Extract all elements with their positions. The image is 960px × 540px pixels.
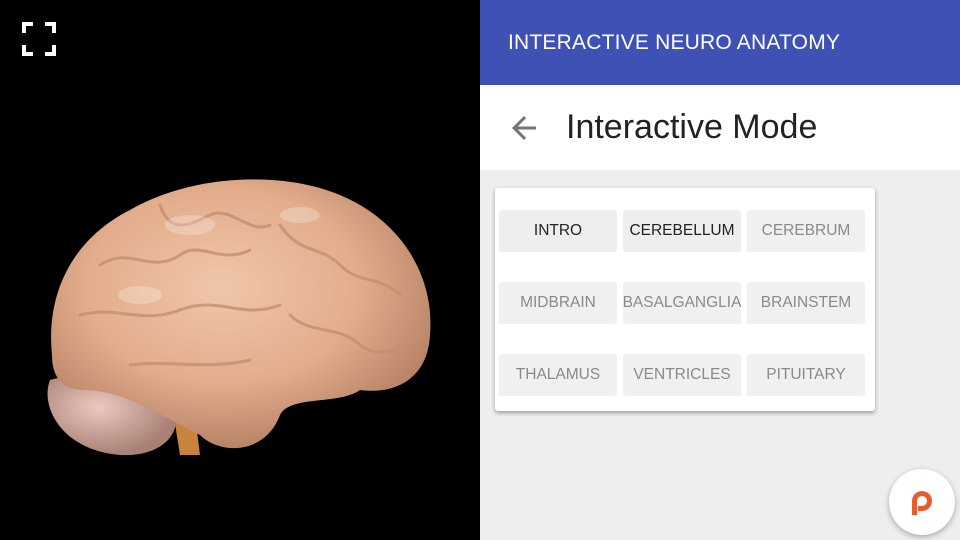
arrow-back-icon bbox=[512, 115, 536, 140]
section-button-intro[interactable]: INTRO bbox=[499, 210, 617, 252]
section-button-cerebellum[interactable]: CEREBELLUM bbox=[623, 210, 741, 252]
section-button-pituitary[interactable]: PITUITARY bbox=[747, 354, 865, 396]
section-button-midbrain[interactable]: MIDBRAIN bbox=[499, 282, 617, 324]
section-button-thalamus[interactable]: THALAMUS bbox=[499, 354, 617, 396]
brain-model[interactable] bbox=[40, 165, 440, 465]
back-button[interactable] bbox=[502, 106, 546, 150]
side-panel: INTERACTIVE NEURO ANATOMY Interactive Mo… bbox=[480, 0, 960, 540]
fullscreen-icon-corner bbox=[45, 22, 56, 33]
section-button-brainstem[interactable]: BRAINSTEM bbox=[747, 282, 865, 324]
section-button-basalganglia[interactable]: BASALGANGLIA bbox=[623, 282, 741, 324]
fullscreen-icon-corner bbox=[45, 45, 56, 56]
app-title: INTERACTIVE NEURO ANATOMY bbox=[508, 30, 841, 54]
section-menu-card: INTRO CEREBELLUM CEREBRUM MIDBRAIN BASAL… bbox=[495, 188, 875, 411]
patreon-icon bbox=[912, 491, 932, 515]
section-grid: INTRO CEREBELLUM CEREBRUM MIDBRAIN BASAL… bbox=[499, 210, 865, 396]
fullscreen-button[interactable] bbox=[22, 22, 56, 56]
section-button-cerebrum[interactable]: CEREBRUM bbox=[747, 210, 865, 252]
section-button-ventricles[interactable]: VENTRICLES bbox=[623, 354, 741, 396]
3d-viewport[interactable] bbox=[0, 0, 480, 540]
page-title: Interactive Mode bbox=[566, 108, 818, 146]
patreon-button[interactable] bbox=[889, 469, 955, 535]
fullscreen-icon-corner bbox=[22, 45, 33, 56]
sub-header: Interactive Mode bbox=[480, 85, 960, 170]
fullscreen-icon bbox=[22, 22, 33, 33]
app-bar: INTERACTIVE NEURO ANATOMY bbox=[480, 0, 960, 85]
